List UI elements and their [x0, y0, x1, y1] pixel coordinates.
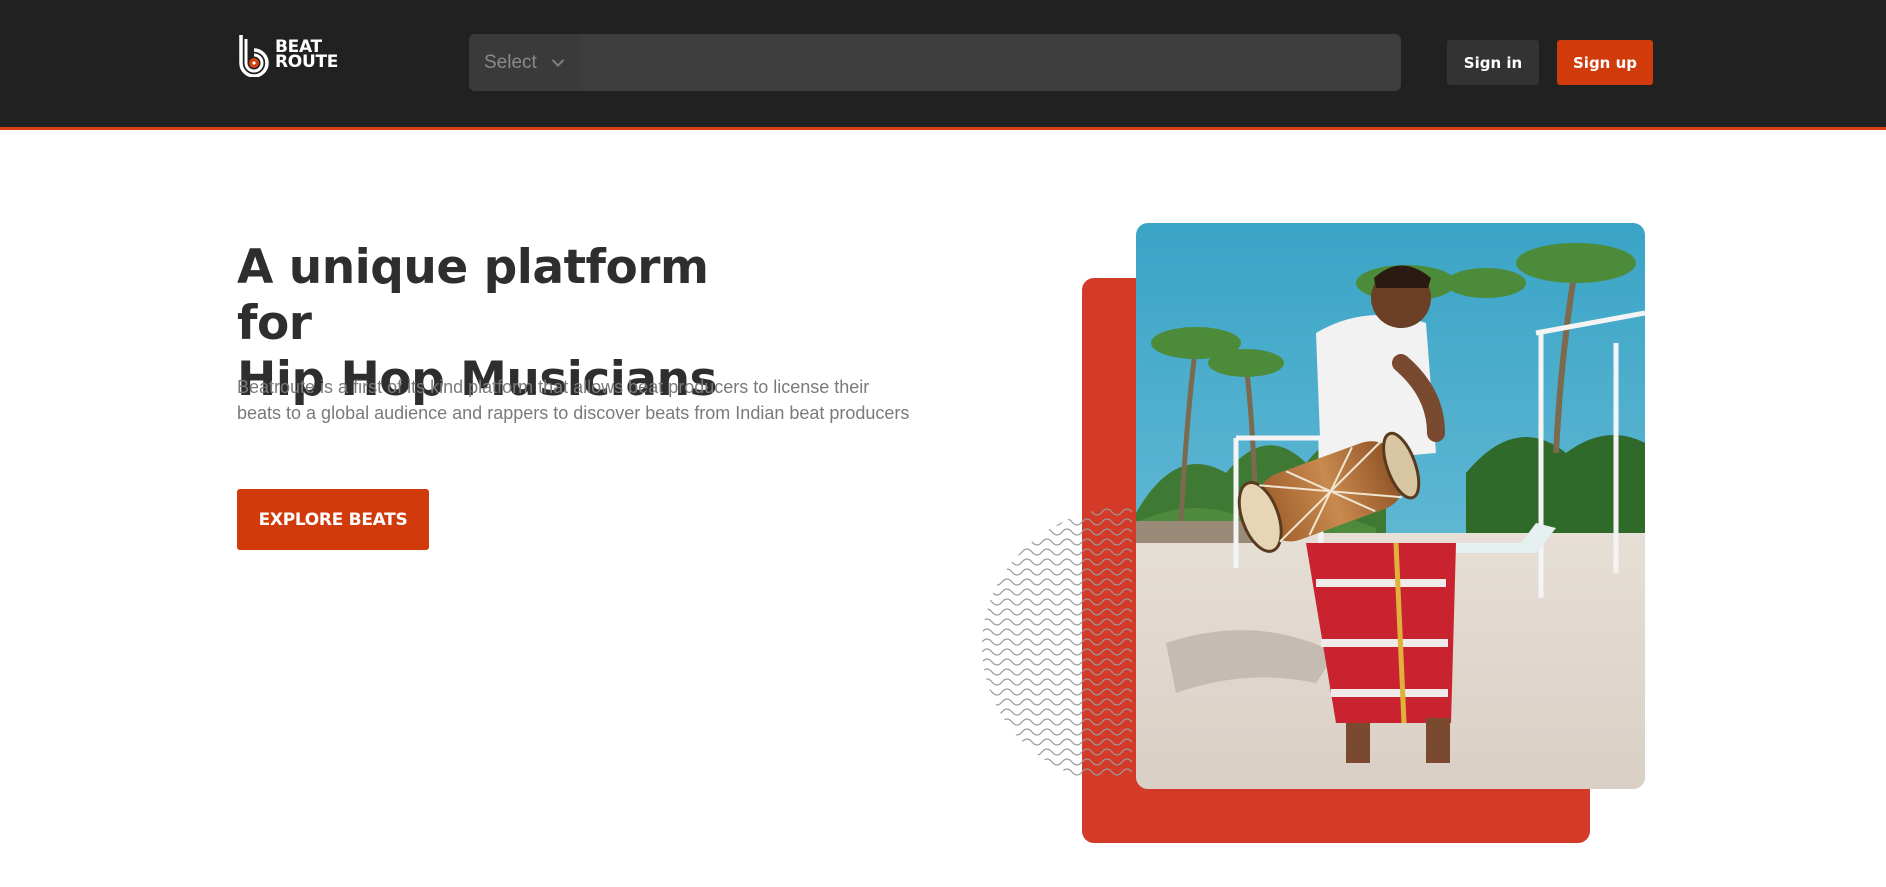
wave-line: [982, 598, 1132, 606]
sign-in-button[interactable]: Sign in: [1447, 40, 1539, 85]
explore-beats-button[interactable]: EXPLORE BEATS: [237, 489, 429, 550]
wave-pattern-icon: [982, 508, 1132, 776]
wave-line: [982, 708, 1132, 716]
wave-line: [982, 718, 1132, 726]
hero-description: Beatroute is a first of its kind platfor…: [237, 377, 910, 423]
wave-line: [982, 538, 1132, 546]
wave-line: [982, 758, 1132, 766]
wave-line: [982, 508, 1132, 516]
wave-line: [982, 648, 1132, 656]
wave-line: [982, 558, 1132, 566]
beatroute-logo-icon: [239, 35, 269, 77]
hero-photo: [1136, 223, 1645, 789]
search-bar: Select: [469, 34, 1401, 91]
logo-text-route: ROUTE: [275, 52, 339, 72]
category-select[interactable]: Select: [469, 34, 581, 91]
wave-line: [982, 568, 1132, 576]
wave-line: [982, 628, 1132, 636]
wave-line: [982, 518, 1132, 526]
wave-line: [982, 728, 1132, 736]
wave-line: [982, 668, 1132, 676]
search-input[interactable]: [581, 34, 1401, 91]
top-navbar: BEAT ROUTE Select Sign in Sign up: [0, 0, 1886, 130]
wave-line: [982, 578, 1132, 586]
drummer-on-beach-image: [1136, 223, 1645, 789]
wave-line: [982, 738, 1132, 746]
wave-line: [982, 768, 1132, 776]
wave-line: [982, 528, 1132, 536]
wave-line: [982, 688, 1132, 696]
wave-line: [982, 748, 1132, 756]
wave-line: [982, 548, 1132, 556]
wave-line: [982, 678, 1132, 686]
wave-line: [982, 588, 1132, 596]
wave-line: [982, 698, 1132, 706]
hero-title-line-1: A unique platform for: [237, 240, 709, 351]
wave-line: [982, 638, 1132, 646]
beatroute-logo[interactable]: BEAT ROUTE: [237, 33, 355, 77]
wave-line: [982, 608, 1132, 616]
chevron-down-icon: [551, 59, 564, 66]
wave-line: [982, 618, 1132, 626]
wave-line: [982, 658, 1132, 666]
logo-wordmark: BEAT ROUTE: [275, 39, 339, 72]
category-select-label: Select: [484, 51, 537, 73]
sign-up-button[interactable]: Sign up: [1557, 40, 1653, 85]
